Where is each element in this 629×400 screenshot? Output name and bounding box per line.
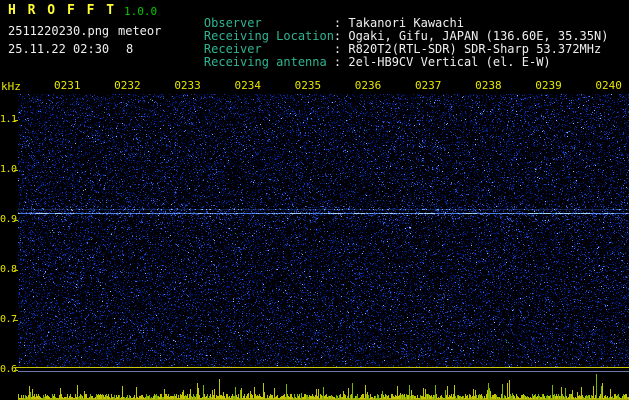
app-version: 1.0.0 [124,5,158,18]
y-axis-unit-label: kHz [1,80,21,93]
x-tick-label: 0238 [475,79,502,92]
x-tick-label: 0239 [535,79,562,92]
y-tick-mark [14,270,18,271]
x-tick-label: 0235 [294,79,322,92]
y-tick-mark [14,220,18,221]
y-tick-label: 0.6 [0,364,17,375]
y-tick-label: 0.7 [0,314,17,325]
x-tick-label: 0236 [354,79,382,92]
echo-count: 8 [126,42,134,56]
info-label: Receiving antenna [203,55,327,69]
info-row-receiving-antenna: Receiving antenna : 2el-HB9CV Vertical (e… [175,43,551,82]
spectrogram-canvas [18,94,629,367]
mode-label: meteor [118,24,162,38]
y-tick-label: 1.1 [0,114,17,125]
x-tick-label: 0240 [595,79,622,92]
y-tick-label: 0.9 [0,214,17,225]
hrofft-spectrogram-screen: H R O F F T 1.0.0 2511220230.png meteor … [0,0,629,400]
output-file-name: 2511220230.png [8,24,110,38]
info-value: : 2el-HB9CV Vertical (el. E-W) [333,55,551,69]
spectrogram-bottom-separator-line [14,367,629,368]
x-tick-label: 0231 [54,79,81,92]
y-tick-label: 1.0 [0,164,17,175]
y-tick-mark [14,120,18,121]
y-tick-mark [14,320,18,321]
x-tick-label: 0237 [414,79,442,92]
x-axis-tick-labels: 0231 0232 0233 0234 0235 0236 0237 0238 … [54,79,622,92]
y-tick-mark [14,370,18,371]
y-tick-label: 0.8 [0,264,17,275]
y-tick-mark [14,170,18,171]
x-tick-label: 0234 [234,79,261,92]
signal-level-trace-canvas [18,372,629,400]
app-title: H R O F F T [8,3,117,18]
x-tick-label: 0232 [114,79,141,92]
timestamp: 25.11.22 02:30 [8,42,110,56]
x-tick-label: 0233 [174,79,201,92]
